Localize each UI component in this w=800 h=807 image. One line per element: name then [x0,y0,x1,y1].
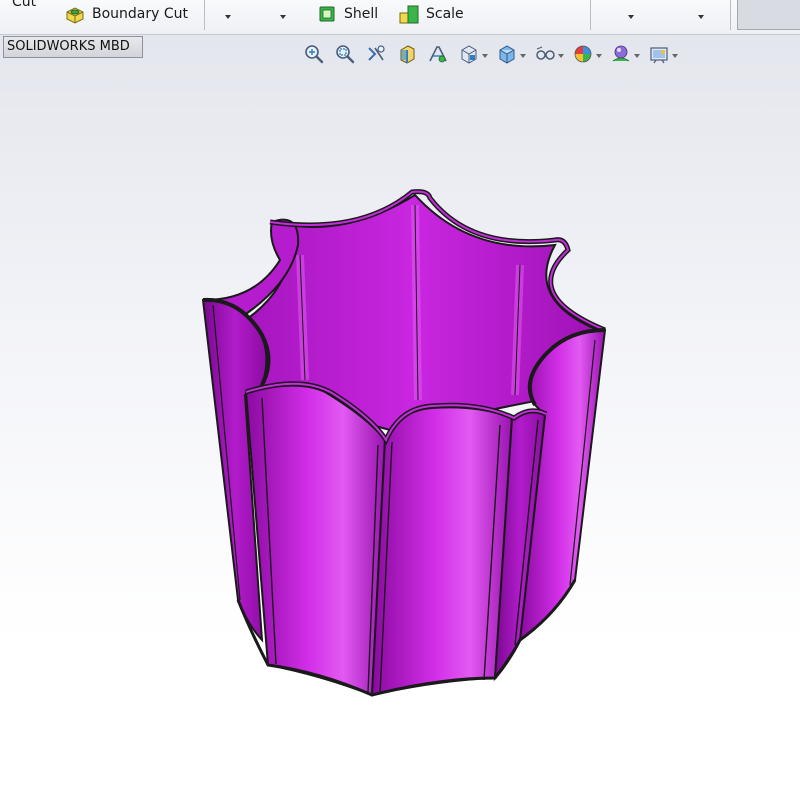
ribbon-separator [730,0,731,30]
boundary-cut-icon [66,7,84,24]
dropdown-caret-icon[interactable] [280,15,286,19]
ribbon-separator [590,0,591,30]
ribbon-panel [737,0,800,30]
scale-label: Scale [426,6,464,22]
shell-button[interactable]: Shell [316,2,378,26]
shell-icon [319,6,335,22]
dropdown-caret-icon[interactable] [225,15,231,19]
ribbon-separator [204,0,205,30]
dropdown-caret-icon[interactable] [698,15,704,19]
cut-label[interactable]: Cut [12,0,36,10]
scale-icon [399,5,419,24]
cup-lobe-front-left [244,384,387,697]
boundary-cut-button[interactable]: Boundary Cut [64,2,188,26]
fluted-cup-model[interactable] [0,35,800,735]
cup-lobe-front-center [370,406,514,697]
boundary-cut-label: Boundary Cut [92,6,189,22]
ribbon-toolbar: Cut Boundary Cut Shell Scale [0,0,800,35]
shell-label: Shell [344,6,379,22]
scale-button[interactable]: Scale [398,2,464,26]
dropdown-caret-icon[interactable] [628,15,634,19]
